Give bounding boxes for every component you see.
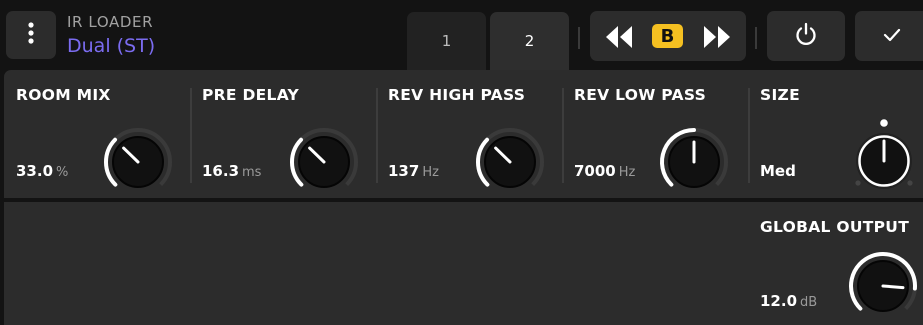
param-value-number: 137 — [388, 162, 420, 180]
knob-pointer — [881, 284, 905, 290]
global-output-knob[interactable] — [843, 246, 923, 325]
param-label: SIZE — [760, 86, 800, 104]
param-rev-low-pass: REV LOW PASS 7000 Hz — [562, 70, 748, 198]
param-value: Med — [760, 162, 796, 180]
preset-name[interactable]: Dual (ST) — [67, 32, 155, 60]
param-value: 33.0% — [16, 162, 68, 180]
param-unit: Hz — [422, 165, 439, 180]
param-label: PRE DELAY — [202, 86, 300, 104]
param-unit: dB — [800, 295, 818, 310]
param-value-number: 7000 — [574, 162, 616, 180]
toolbar-separator — [755, 27, 757, 49]
param-pre-delay: PRE DELAY 16.3 ms — [190, 70, 376, 198]
ab-compare-group: B — [590, 11, 746, 61]
room-mix-knob[interactable] — [98, 122, 178, 202]
power-button[interactable] — [767, 11, 845, 61]
param-label: ROOM MIX — [16, 86, 111, 104]
tab-1[interactable]: 1 — [407, 12, 486, 70]
param-unit: % — [56, 165, 69, 180]
plugin-header: IR LOADER Dual (ST) — [67, 12, 155, 60]
skip-next-icon[interactable] — [704, 26, 730, 52]
param-label: REV LOW PASS — [574, 86, 707, 104]
global-output-value: 12.0 dB — [760, 292, 817, 310]
param-value: 137 Hz — [388, 162, 439, 180]
param-label: REV HIGH PASS — [388, 86, 526, 104]
output-panel: GLOBAL OUTPUT 12.0 dB — [4, 202, 923, 325]
ab-badge[interactable]: B — [652, 24, 683, 48]
param-rev-high-pass: REV HIGH PASS 137 Hz — [376, 70, 562, 198]
global-output-label: GLOBAL OUTPUT — [760, 218, 910, 236]
plugin-name: IR LOADER — [67, 13, 154, 31]
tab-2[interactable]: 2 — [490, 12, 569, 70]
param-unit: Hz — [618, 165, 636, 180]
param-value-number: 12.0 — [760, 292, 798, 310]
skip-previous-icon[interactable] — [606, 26, 632, 52]
param-value-number: Med — [760, 162, 796, 180]
pre-delay-knob[interactable] — [284, 122, 364, 202]
rev-low-pass-knob[interactable] — [654, 122, 734, 202]
param-size: SIZE Med — [748, 70, 923, 198]
param-room-mix: ROOM MIX 33.0% — [4, 70, 190, 198]
toolbar-separator — [578, 27, 580, 49]
kebab-vertical-icon — [27, 21, 35, 49]
rev-high-pass-knob[interactable] — [470, 122, 550, 202]
param-unit: ms — [242, 165, 262, 180]
param-value: 16.3 ms — [202, 162, 261, 180]
top-bar: IR LOADER Dual (ST) 1 2 B — [0, 0, 923, 70]
parameter-panel: ROOM MIX 33.0% PRE DELAY 16.3 ms REV HIGH… — [4, 70, 923, 198]
param-value-number: 33.0 — [16, 162, 54, 180]
size-stepped-knob[interactable] — [850, 114, 922, 194]
menu-button[interactable] — [6, 11, 56, 59]
param-value-number: 16.3 — [202, 162, 240, 180]
checkmark-icon — [883, 27, 901, 46]
power-icon — [794, 22, 818, 50]
param-value: 7000 Hz — [574, 162, 635, 180]
confirm-button[interactable] — [855, 11, 923, 61]
